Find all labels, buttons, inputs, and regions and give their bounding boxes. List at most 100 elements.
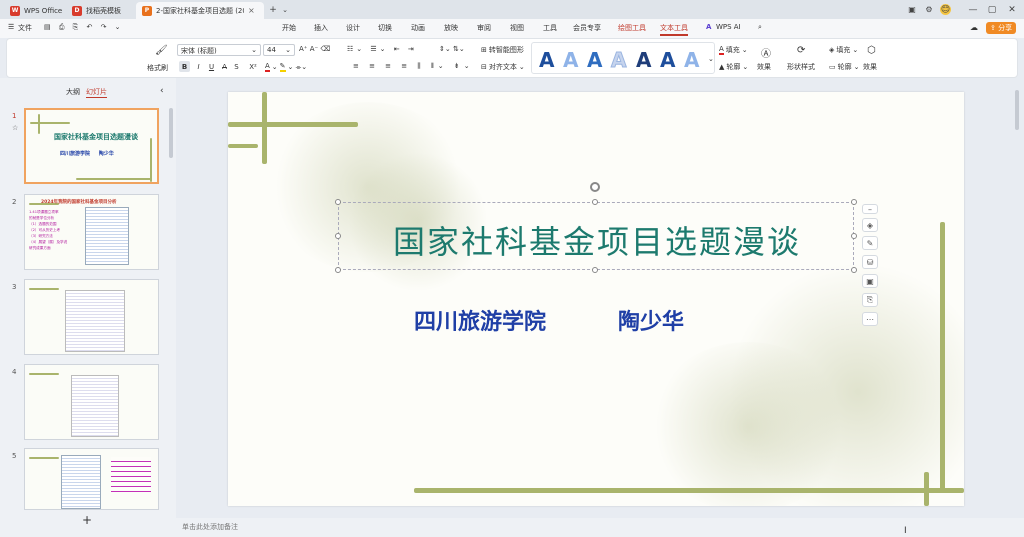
- tab-list-icon[interactable]: ⌄: [278, 3, 292, 16]
- align-text-button[interactable]: ⊟ 对齐文本 ⌄: [481, 62, 525, 72]
- canvas-scrollbar[interactable]: [1014, 88, 1020, 514]
- cloud-sync-icon[interactable]: ☁: [970, 23, 978, 32]
- resize-handle[interactable]: [592, 267, 598, 273]
- subtitle-author[interactable]: 陶少华: [618, 304, 684, 336]
- resize-handle[interactable]: [335, 199, 341, 205]
- menu-slideshow[interactable]: 放映: [444, 23, 458, 33]
- menu-animation[interactable]: 动画: [411, 23, 425, 33]
- slide-thumbnail-2[interactable]: 2024年我院的国家社科基金项目分析 1.41项课题立项率 的就是学位分析 （1…: [24, 194, 159, 270]
- copy-style-icon[interactable]: ⎘: [862, 293, 878, 307]
- skin-icon[interactable]: ⚙: [922, 3, 936, 16]
- text-effect-button[interactable]: 效果: [757, 62, 771, 72]
- shape-fill-button[interactable]: ◈ 填充 ⌄: [829, 45, 858, 55]
- bold-button[interactable]: B: [179, 61, 190, 72]
- italic-button[interactable]: I: [193, 61, 204, 72]
- slide-thumbnail-4[interactable]: [24, 364, 159, 440]
- wordart-style-7[interactable]: A: [684, 48, 699, 72]
- wordart-style-3[interactable]: A: [587, 48, 602, 72]
- shape-outline-button[interactable]: ▭ 轮廓 ⌄: [829, 62, 860, 72]
- share-button[interactable]: ⇪ 分享: [986, 22, 1017, 34]
- gallery-expand-icon[interactable]: ⌄: [708, 55, 714, 63]
- menu-review[interactable]: 审阅: [477, 23, 491, 33]
- subtitle-school[interactable]: 四川旅游学院: [414, 304, 546, 336]
- close-window-button[interactable]: ✕: [1005, 3, 1019, 16]
- scroll-thumb[interactable]: [1015, 90, 1019, 130]
- paragraph-align-icons[interactable]: ≡ ≡ ≡ ≡ ⫼ ⫴⌄ ⇟⌄: [353, 62, 474, 71]
- menu-transition[interactable]: 切换: [378, 23, 392, 33]
- menu-design[interactable]: 设计: [346, 23, 360, 33]
- font-name-select[interactable]: 宋体 (标题) ⌄: [177, 44, 261, 56]
- wordart-style-1[interactable]: A: [539, 48, 554, 72]
- underline-button[interactable]: U: [206, 61, 217, 72]
- minimize-button[interactable]: —: [966, 3, 980, 16]
- superscript-button[interactable]: X²: [245, 61, 261, 72]
- shape-effect-button[interactable]: 效果: [863, 62, 877, 72]
- add-slide-button[interactable]: +: [82, 513, 92, 527]
- window-layout-icon[interactable]: ▣: [905, 3, 919, 16]
- resize-handle[interactable]: [335, 233, 341, 239]
- wordart-style-6[interactable]: A: [660, 48, 675, 72]
- text-effect-icon[interactable]: Ⓐ: [761, 45, 771, 60]
- line-spacing-icon[interactable]: ⇕⌄ ⇅⌄: [439, 45, 465, 53]
- tab-template[interactable]: D 找稻壳模板: [66, 2, 127, 19]
- shape-style-icon[interactable]: ⟳: [797, 45, 805, 56]
- font-color-icon[interactable]: A ⌄ ✎ ⌄ ⌯⌄: [265, 62, 307, 72]
- slides-tab[interactable]: 幻灯片: [86, 87, 107, 98]
- fill-bucket-icon[interactable]: ⛁: [862, 255, 878, 269]
- rotate-handle-icon[interactable]: [590, 182, 600, 192]
- resize-handle[interactable]: [335, 267, 341, 273]
- pen-icon[interactable]: ✎: [862, 236, 878, 250]
- shape-style-button[interactable]: 形状样式: [787, 62, 815, 72]
- tab-document[interactable]: P 2-国家社科基金项目选题 (20… ×: [136, 2, 264, 19]
- main-menu-icon[interactable]: ☰: [8, 23, 14, 31]
- text-fill-button[interactable]: A 填充 ⌄: [719, 45, 748, 55]
- restore-button[interactable]: ▢: [985, 3, 999, 16]
- collapse-panel-icon[interactable]: ‹: [160, 86, 164, 96]
- slide-thumbnail-1[interactable]: 国家社科基金项目选题漫谈 四川旅游学院 陶少华: [24, 108, 159, 184]
- wordart-style-2[interactable]: A: [563, 48, 578, 72]
- wps-ai-icon[interactable]: A: [706, 23, 711, 31]
- tab-wps-office[interactable]: W WPS Office: [4, 2, 68, 19]
- more-icon[interactable]: ⋯: [862, 312, 878, 326]
- menu-insert[interactable]: 插入: [314, 23, 328, 33]
- wordart-style-5[interactable]: A: [636, 48, 651, 72]
- slide-thumbnail-5[interactable]: [24, 448, 159, 510]
- resize-handle[interactable]: [851, 199, 857, 205]
- convert-smartart-button[interactable]: ⊞ 转智能图形: [481, 45, 524, 55]
- text-outline-button[interactable]: ▲ 轮廓 ⌄: [719, 62, 748, 72]
- panel-scrollbar[interactable]: [169, 108, 173, 158]
- format-painter-icon[interactable]: 🖌: [155, 45, 168, 56]
- slide-title[interactable]: 国家社科基金项目选题漫谈: [339, 217, 855, 263]
- menu-text-tools[interactable]: 文本工具: [660, 23, 688, 36]
- slide-thumbnail-3[interactable]: [24, 279, 159, 355]
- notes-area[interactable]: 单击此处添加备注: [176, 518, 1024, 537]
- collapse-tools-icon[interactable]: –: [862, 204, 878, 214]
- crop-icon[interactable]: ▣: [862, 274, 878, 288]
- shape-effect-icon[interactable]: ⬡: [867, 45, 876, 56]
- user-avatar[interactable]: 😊: [940, 4, 951, 15]
- list-bullets-icon[interactable]: ☷⌄ ☰⌄ ⇤ ⇥: [347, 45, 417, 53]
- quick-access-icons[interactable]: ▤ ⎙ ⎘ ↶ ↷ ⌄: [44, 23, 124, 32]
- menu-home[interactable]: 开始: [282, 23, 296, 33]
- menu-wps-ai[interactable]: WPS AI: [716, 23, 741, 31]
- resize-handle[interactable]: [851, 267, 857, 273]
- font-size-select[interactable]: 44 ⌄: [263, 44, 295, 56]
- menu-view[interactable]: 视图: [510, 23, 524, 33]
- resize-handle[interactable]: [592, 199, 598, 205]
- font-grow-icon[interactable]: A⁺ A⁻ ⌫: [299, 45, 330, 53]
- outline-tab[interactable]: 大纲: [66, 87, 80, 97]
- wordart-gallery[interactable]: A A A A A A A ⌄: [531, 42, 715, 74]
- wordart-style-4[interactable]: A: [610, 48, 627, 73]
- title-textbox[interactable]: 国家社科基金项目选题漫谈: [338, 202, 854, 270]
- shadow-button[interactable]: S: [231, 61, 242, 72]
- format-painter-button[interactable]: 格式刷: [147, 63, 168, 73]
- resize-handle[interactable]: [851, 233, 857, 239]
- menu-file[interactable]: 文件: [18, 23, 32, 33]
- menu-drawing-tools[interactable]: 绘图工具: [618, 23, 646, 33]
- close-tab-icon[interactable]: ×: [248, 6, 255, 15]
- menu-tools[interactable]: 工具: [543, 23, 557, 33]
- slide-canvas[interactable]: 国家社科基金项目选题漫谈 四川旅游学院 陶少华: [228, 92, 964, 506]
- layers-icon[interactable]: ◈: [862, 218, 878, 232]
- search-icon[interactable]: ⌕: [758, 23, 762, 32]
- strikethrough-button[interactable]: A: [219, 61, 230, 72]
